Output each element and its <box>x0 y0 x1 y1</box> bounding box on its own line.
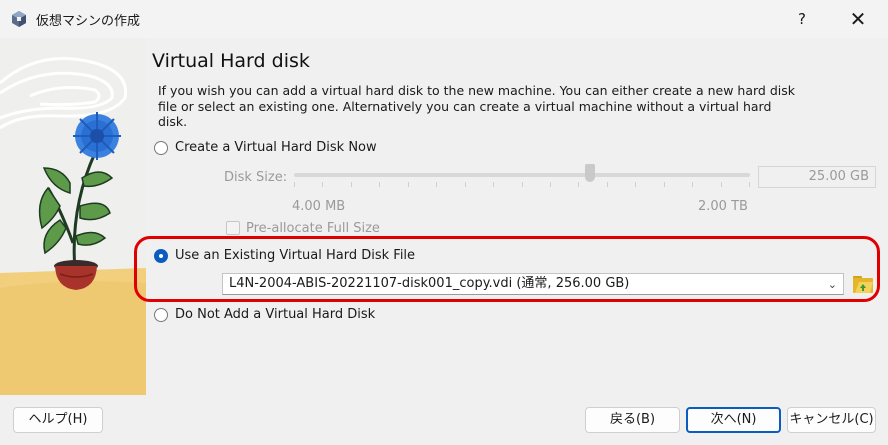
disk-size-ticks <box>294 182 750 188</box>
slider-tick <box>436 182 437 187</box>
preallocate-checkbox[interactable] <box>226 221 240 235</box>
page-title: Virtual Hard disk <box>152 50 310 72</box>
highlight-annotation <box>134 236 880 302</box>
slider-tick <box>635 182 636 187</box>
create-disk-label[interactable]: Create a Virtual Hard Disk Now <box>175 140 377 155</box>
page-description: If you wish you can add a virtual hard d… <box>158 83 795 129</box>
wizard-watermark-image <box>0 38 146 395</box>
disk-size-input[interactable]: 25.00 GB <box>758 166 876 188</box>
back-button[interactable]: 戻る(B) <box>585 407 680 433</box>
create-disk-radio[interactable] <box>154 141 168 155</box>
no-disk-label[interactable]: Do Not Add a Virtual Hard Disk <box>175 307 375 322</box>
title-bar: 仮想マシンの作成 ? ✕ <box>0 0 888 38</box>
next-button[interactable]: 次へ(N) <box>686 407 781 433</box>
slider-tick <box>493 182 494 187</box>
slider-tick <box>294 182 295 187</box>
flower-illustration <box>73 112 121 160</box>
disk-size-max-label: 2.00 TB <box>698 199 748 214</box>
create-vm-dialog: 仮想マシンの作成 ? ✕ Virtual Hard disk If you wi… <box>0 0 888 445</box>
slider-tick <box>578 182 579 187</box>
window-title: 仮想マシンの作成 <box>36 14 141 29</box>
slider-tick <box>721 182 722 187</box>
slider-tick <box>522 182 523 187</box>
slider-tick <box>351 182 352 187</box>
cancel-button[interactable]: キャンセル(C) <box>787 407 876 433</box>
virtualbox-cube-icon <box>12 11 26 27</box>
disk-size-slider-handle[interactable] <box>585 164 595 182</box>
preallocate-label[interactable]: Pre-allocate Full Size <box>246 221 380 236</box>
disk-size-min-label: 4.00 MB <box>292 199 346 214</box>
slider-tick <box>664 182 665 187</box>
slider-tick <box>550 182 551 187</box>
slider-tick <box>749 182 750 187</box>
disk-size-slider[interactable] <box>294 173 750 177</box>
slider-tick <box>692 182 693 187</box>
help-button[interactable]: ヘルプ(H) <box>13 407 103 433</box>
disk-size-label: Disk Size: <box>224 170 288 185</box>
slider-tick <box>322 182 323 187</box>
no-disk-radio[interactable] <box>154 308 168 322</box>
slider-tick <box>607 182 608 187</box>
close-button[interactable]: ✕ <box>836 0 880 38</box>
slider-tick <box>379 182 380 187</box>
slider-tick <box>465 182 466 187</box>
context-help-button[interactable]: ? <box>780 0 824 38</box>
slider-tick <box>408 182 409 187</box>
